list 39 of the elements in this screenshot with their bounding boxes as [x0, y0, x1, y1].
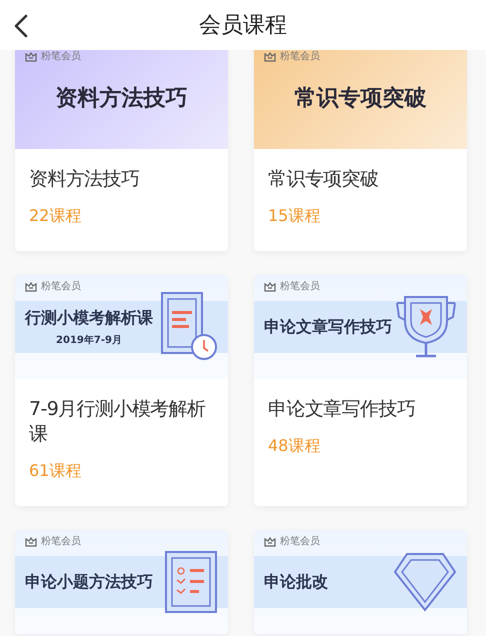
course-card[interactable]: 粉笔会员 申论小题方法技巧 — [15, 530, 228, 634]
crown-icon — [264, 282, 276, 292]
brand-label: 粉笔会员 — [280, 281, 320, 293]
brand-label: 粉笔会员 — [41, 536, 81, 548]
checklist-icon — [164, 550, 218, 614]
course-card[interactable]: 粉笔会员 资料方法技巧 资料方法技巧 22课程 — [15, 50, 228, 251]
course-title: 常识专项突破 — [268, 167, 380, 192]
banner-title: 申论批改 — [264, 572, 328, 592]
course-title: 7-9月行测小模考解析课 — [29, 397, 206, 447]
course-card[interactable]: 粉笔会员 申论文章写作技巧 申论文章写作技巧 48课程 — [254, 275, 467, 506]
diamond-icon — [393, 552, 457, 612]
crown-icon — [264, 537, 276, 547]
banner-title: 申论文章写作技巧 — [264, 316, 392, 338]
crown-icon — [25, 282, 37, 292]
course-count: 61课程 — [29, 461, 82, 482]
course-title: 资料方法技巧 — [29, 167, 140, 192]
banner-title: 行测小模考解析课 — [25, 308, 153, 328]
course-count: 15课程 — [268, 206, 322, 227]
document-clock-icon — [160, 291, 218, 363]
crown-icon — [25, 537, 37, 547]
banner-title: 申论小题方法技巧 — [25, 572, 153, 592]
brand-label: 粉笔会员 — [41, 51, 81, 63]
back-icon — [14, 14, 28, 38]
banner-title: 常识专项突破 — [294, 85, 428, 113]
banner-title: 资料方法技巧 — [54, 84, 188, 113]
brand-label: 粉笔会员 — [41, 281, 81, 293]
course-card[interactable]: 粉笔会员 常识专项突破 常识专项突破 15课程 — [254, 50, 467, 251]
course-card[interactable]: 粉笔会员 行测小模考解析课 2019年7-9月 7-9月行测小模考解析课 61课程 — [15, 275, 228, 506]
banner-subtitle: 2019年7-9月 — [56, 334, 122, 346]
course-count: 48课程 — [268, 436, 322, 457]
course-title: 申论文章写作技巧 — [268, 397, 416, 422]
crown-icon — [264, 52, 276, 62]
course-card[interactable]: 粉笔会员 申论批改 — [254, 530, 467, 634]
crown-icon — [25, 52, 37, 62]
brand-label: 粉笔会员 — [280, 536, 320, 548]
brand-label: 粉笔会员 — [280, 51, 320, 63]
page-title: 会员课程 — [199, 12, 287, 40]
trophy-icon — [395, 295, 457, 359]
course-count: 22课程 — [29, 206, 82, 227]
